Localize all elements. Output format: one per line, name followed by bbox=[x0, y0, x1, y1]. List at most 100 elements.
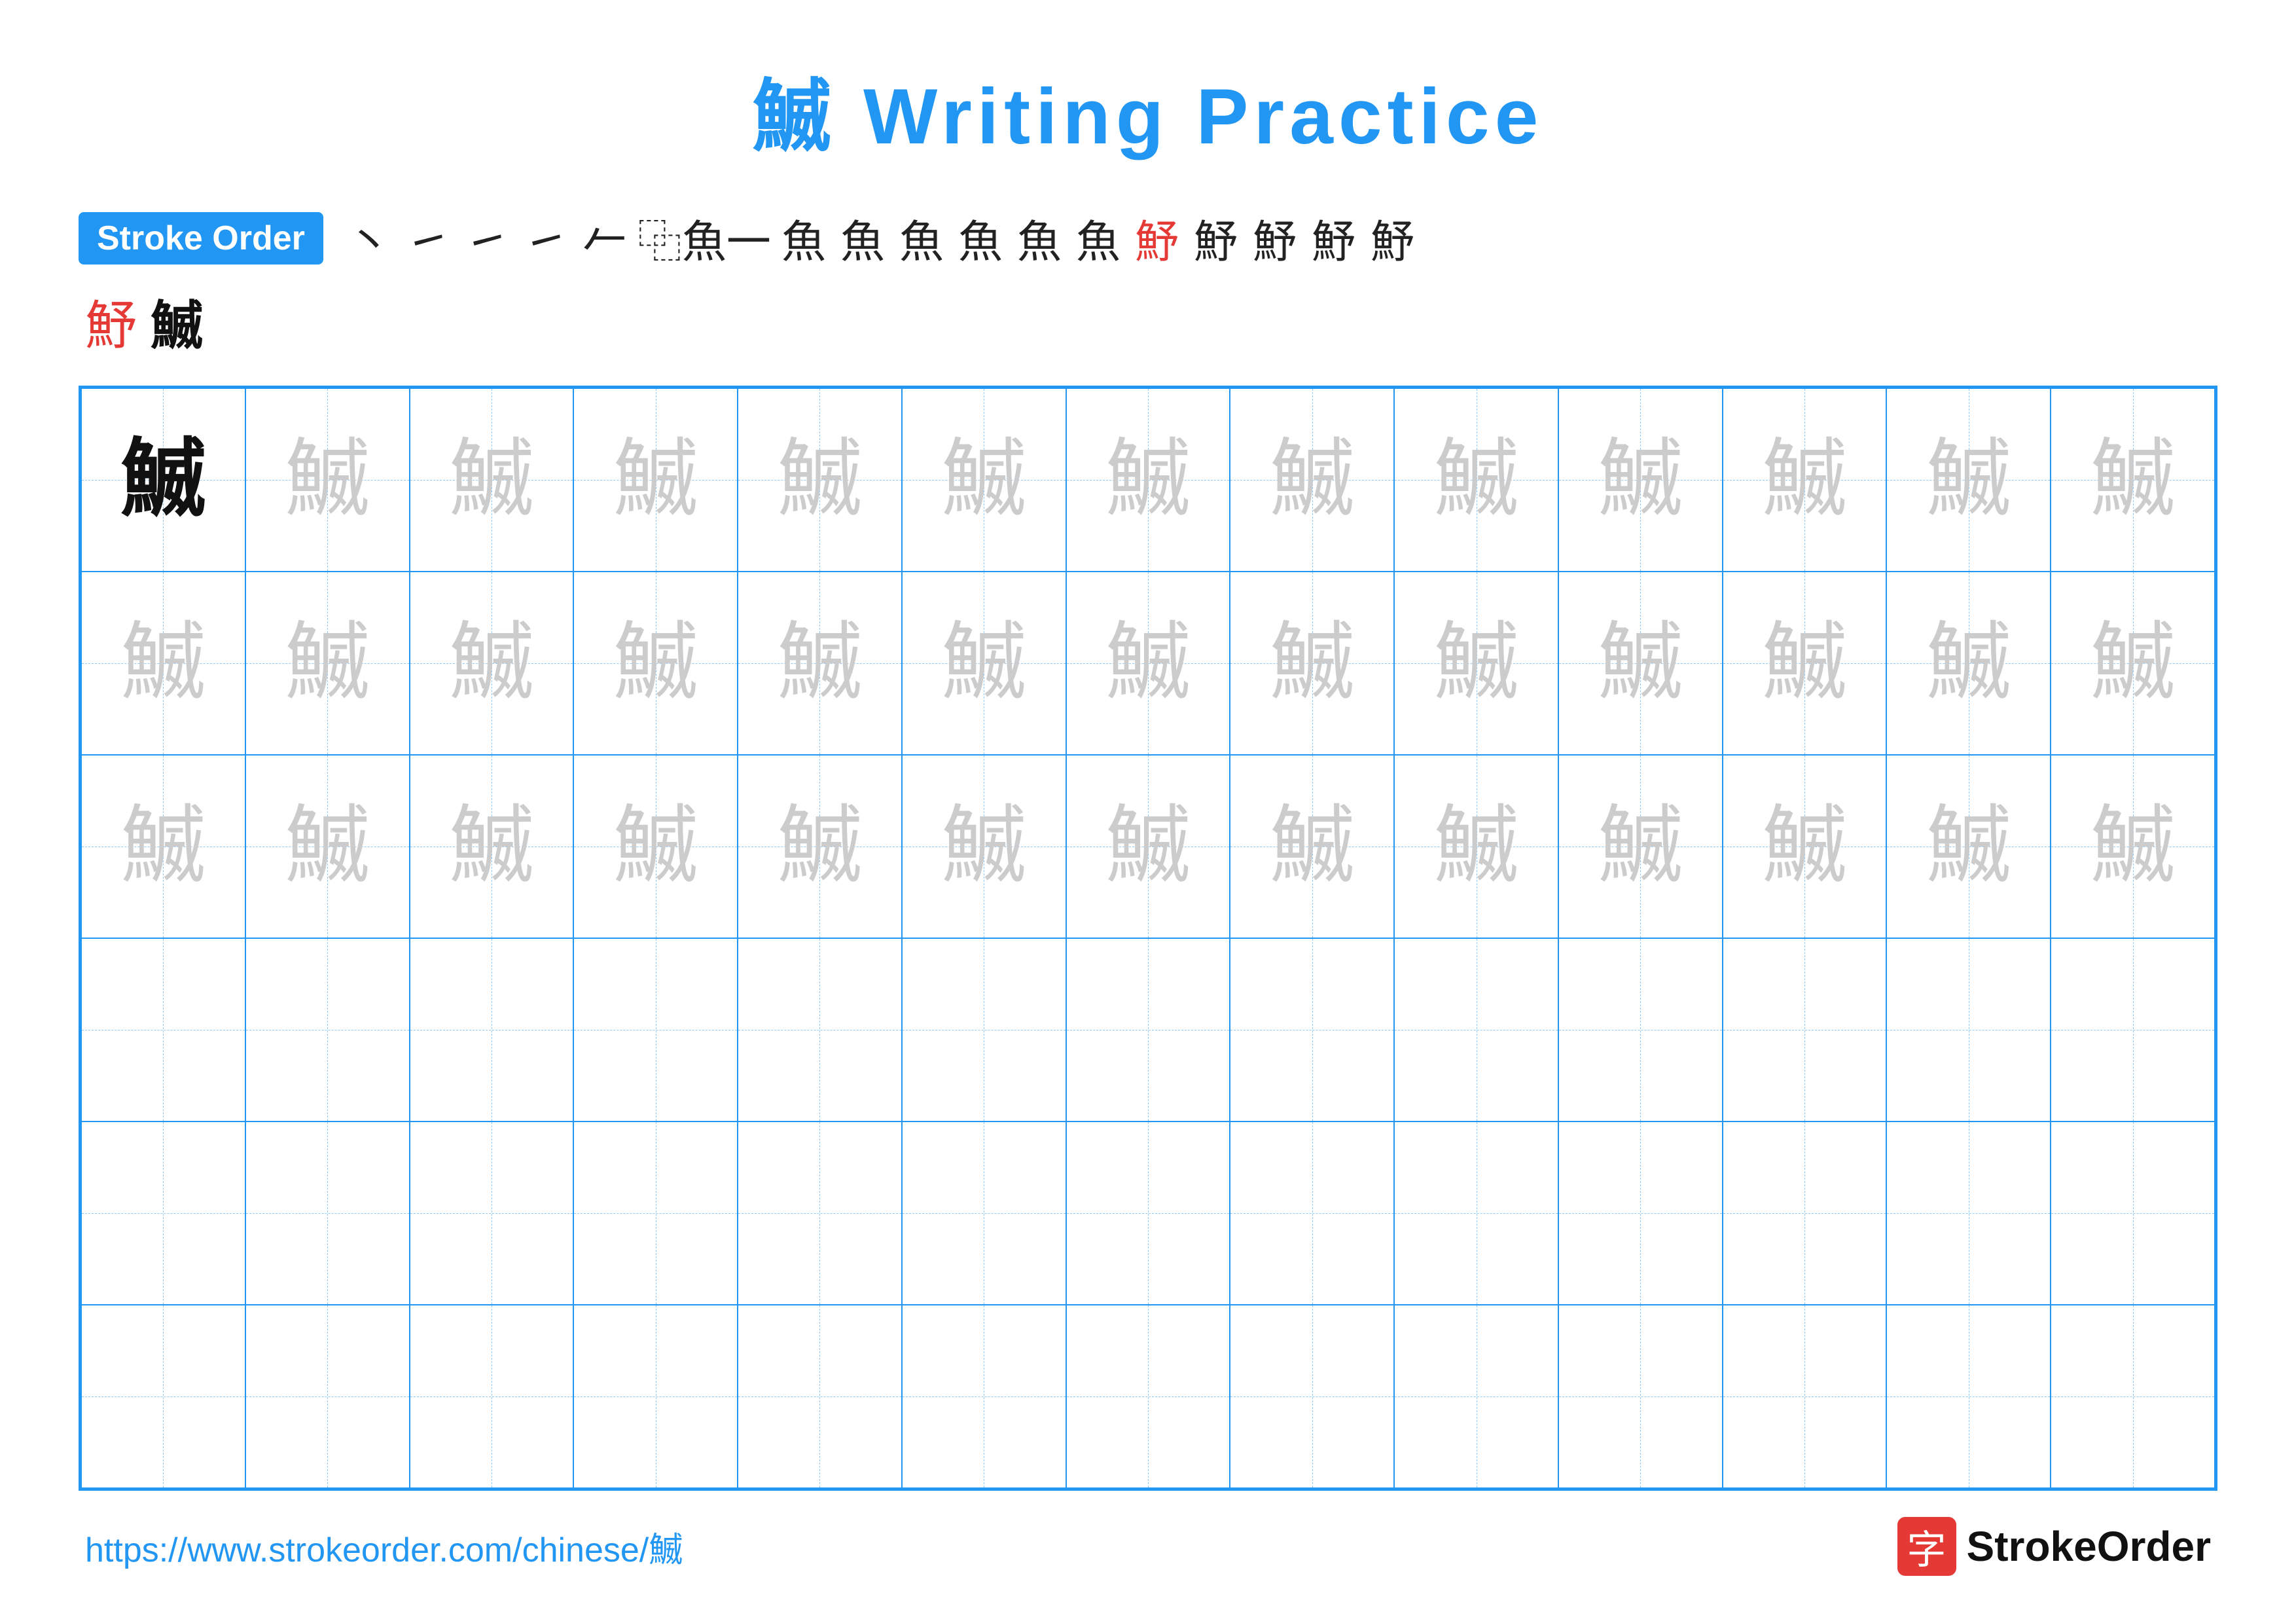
grid-cell[interactable] bbox=[1886, 1122, 2051, 1305]
grid-cell[interactable]: 鰄 bbox=[1394, 755, 1558, 938]
grid-cell[interactable]: 鰄 bbox=[1230, 572, 1394, 755]
grid-cell[interactable] bbox=[1230, 1305, 1394, 1488]
grid-cell[interactable] bbox=[738, 1122, 902, 1305]
grid-char: 鰄 bbox=[1067, 437, 1230, 522]
grid-cell[interactable] bbox=[81, 1305, 245, 1488]
grid-cell[interactable]: 鰄 bbox=[738, 388, 902, 572]
grid-cell[interactable] bbox=[1066, 1122, 1230, 1305]
footer-logo-text: StrokeOrder bbox=[1967, 1522, 2211, 1571]
grid-cell[interactable]: 鰄 bbox=[410, 572, 574, 755]
grid-cell[interactable] bbox=[245, 1305, 410, 1488]
grid-cell[interactable]: 鰄 bbox=[410, 755, 574, 938]
stroke-10: 魚 bbox=[954, 206, 1007, 270]
grid-cell[interactable]: 鰄 bbox=[2051, 572, 2215, 755]
stroke-13: 魣 bbox=[1131, 206, 1183, 270]
footer-url[interactable]: https://www.strokeorder.com/chinese/鰄 bbox=[85, 1522, 683, 1571]
grid-cell[interactable] bbox=[81, 938, 245, 1122]
title-chinese-char: 鰄 bbox=[753, 73, 836, 160]
grid-cell[interactable]: 鰄 bbox=[81, 388, 245, 572]
page: 鰄 Writing Practice Stroke Order 丶 ㇀ ㇀ ㇀ … bbox=[0, 0, 2296, 1623]
grid-cell[interactable]: 鰄 bbox=[573, 572, 738, 755]
grid-char: 鰄 bbox=[1887, 804, 2050, 889]
grid-cell[interactable] bbox=[81, 1122, 245, 1305]
grid-cell[interactable]: 鰄 bbox=[902, 572, 1066, 755]
grid-cell[interactable] bbox=[2051, 938, 2215, 1122]
grid-cell[interactable] bbox=[902, 938, 1066, 1122]
grid-cell[interactable]: 鰄 bbox=[1723, 755, 1887, 938]
grid-cell[interactable]: 鰄 bbox=[245, 755, 410, 938]
grid-cell[interactable]: 鰄 bbox=[1558, 388, 1723, 572]
grid-cell[interactable] bbox=[1230, 938, 1394, 1122]
grid-cell[interactable]: 鰄 bbox=[1230, 755, 1394, 938]
grid-cell[interactable]: 鰄 bbox=[1886, 755, 2051, 938]
grid-cell[interactable] bbox=[245, 938, 410, 1122]
grid-cell[interactable]: 鰄 bbox=[902, 388, 1066, 572]
grid-cell[interactable]: 鰄 bbox=[573, 755, 738, 938]
stroke-order-badge: Stroke Order bbox=[79, 212, 323, 264]
grid-cell[interactable] bbox=[245, 1122, 410, 1305]
grid-cell[interactable] bbox=[1394, 938, 1558, 1122]
grid-cell[interactable]: 鰄 bbox=[902, 755, 1066, 938]
grid-cell[interactable] bbox=[2051, 1305, 2215, 1488]
grid-cell[interactable] bbox=[2051, 1122, 2215, 1305]
grid-cell[interactable]: 鰄 bbox=[1394, 388, 1558, 572]
grid-cell[interactable]: 鰄 bbox=[410, 388, 574, 572]
footer: https://www.strokeorder.com/chinese/鰄 字 … bbox=[79, 1517, 2217, 1576]
grid-cell[interactable] bbox=[410, 938, 574, 1122]
grid-cell[interactable]: 鰄 bbox=[573, 388, 738, 572]
grid-cell[interactable] bbox=[1394, 1122, 1558, 1305]
grid-char: 鰄 bbox=[1723, 437, 1886, 522]
grid-char: 鰄 bbox=[574, 621, 737, 706]
grid-cell[interactable] bbox=[410, 1305, 574, 1488]
stroke-14: 魣 bbox=[1190, 206, 1242, 270]
grid-cell[interactable]: 鰄 bbox=[2051, 755, 2215, 938]
grid-cell[interactable]: 鰄 bbox=[1558, 572, 1723, 755]
grid-char: 鰄 bbox=[903, 804, 1066, 889]
grid-cell[interactable]: 鰄 bbox=[245, 572, 410, 755]
grid-cell[interactable]: 鰄 bbox=[1723, 388, 1887, 572]
grid-cell[interactable]: 鰄 bbox=[738, 572, 902, 755]
grid-cell[interactable] bbox=[1230, 1122, 1394, 1305]
grid-cell[interactable] bbox=[1886, 938, 2051, 1122]
grid-cell[interactable] bbox=[1723, 1122, 1887, 1305]
grid-cell[interactable]: 鰄 bbox=[1886, 572, 2051, 755]
grid-cell[interactable] bbox=[1558, 938, 1723, 1122]
grid-cell[interactable]: 鰄 bbox=[738, 755, 902, 938]
grid-char: 鰄 bbox=[1395, 804, 1558, 889]
grid-cell[interactable]: 鰄 bbox=[1230, 388, 1394, 572]
grid-cell[interactable] bbox=[902, 1305, 1066, 1488]
grid-cell[interactable]: 鰄 bbox=[1066, 572, 1230, 755]
grid-cell[interactable]: 鰄 bbox=[1394, 572, 1558, 755]
grid-cell[interactable] bbox=[1394, 1305, 1558, 1488]
grid-cell[interactable] bbox=[1558, 1305, 1723, 1488]
grid-cell[interactable] bbox=[902, 1122, 1066, 1305]
grid-cell[interactable]: 鰄 bbox=[1066, 755, 1230, 938]
grid-cell[interactable] bbox=[1066, 1305, 1230, 1488]
stroke-9: 魚 bbox=[895, 206, 948, 270]
stroke-2: ㇀ bbox=[402, 206, 454, 270]
grid-cell[interactable]: 鰄 bbox=[1558, 755, 1723, 938]
grid-char: 鰄 bbox=[1230, 621, 1393, 706]
grid-cell[interactable] bbox=[1066, 938, 1230, 1122]
grid-cell[interactable]: 鰄 bbox=[245, 388, 410, 572]
grid-cell[interactable]: 鰄 bbox=[1066, 388, 1230, 572]
grid-cell[interactable]: 鰄 bbox=[81, 755, 245, 938]
grid-cell[interactable] bbox=[1723, 938, 1887, 1122]
grid-char: 鰄 bbox=[2051, 437, 2214, 522]
grid-cell[interactable] bbox=[573, 1122, 738, 1305]
grid-char: 鰄 bbox=[1559, 804, 1722, 889]
grid-cell[interactable] bbox=[1886, 1305, 2051, 1488]
grid-cell[interactable]: 鰄 bbox=[2051, 388, 2215, 572]
grid-cell[interactable]: 鰄 bbox=[1723, 572, 1887, 755]
title-text: Writing Practice bbox=[836, 73, 1544, 160]
grid-cell[interactable] bbox=[410, 1122, 574, 1305]
grid-cell[interactable] bbox=[738, 938, 902, 1122]
grid-cell[interactable] bbox=[573, 1305, 738, 1488]
grid-cell[interactable] bbox=[738, 1305, 902, 1488]
grid-cell[interactable] bbox=[573, 938, 738, 1122]
grid-cell[interactable] bbox=[1558, 1122, 1723, 1305]
grid-cell[interactable] bbox=[1723, 1305, 1887, 1488]
grid-cell[interactable]: 鰄 bbox=[81, 572, 245, 755]
practice-grid: 鰄鰄鰄鰄鰄鰄鰄鰄鰄鰄鰄鰄鰄鰄鰄鰄鰄鰄鰄鰄鰄鰄鰄鰄鰄鰄鰄鰄鰄鰄鰄鰄鰄鰄鰄鰄鰄鰄鰄 bbox=[79, 386, 2217, 1491]
grid-cell[interactable]: 鰄 bbox=[1886, 388, 2051, 572]
